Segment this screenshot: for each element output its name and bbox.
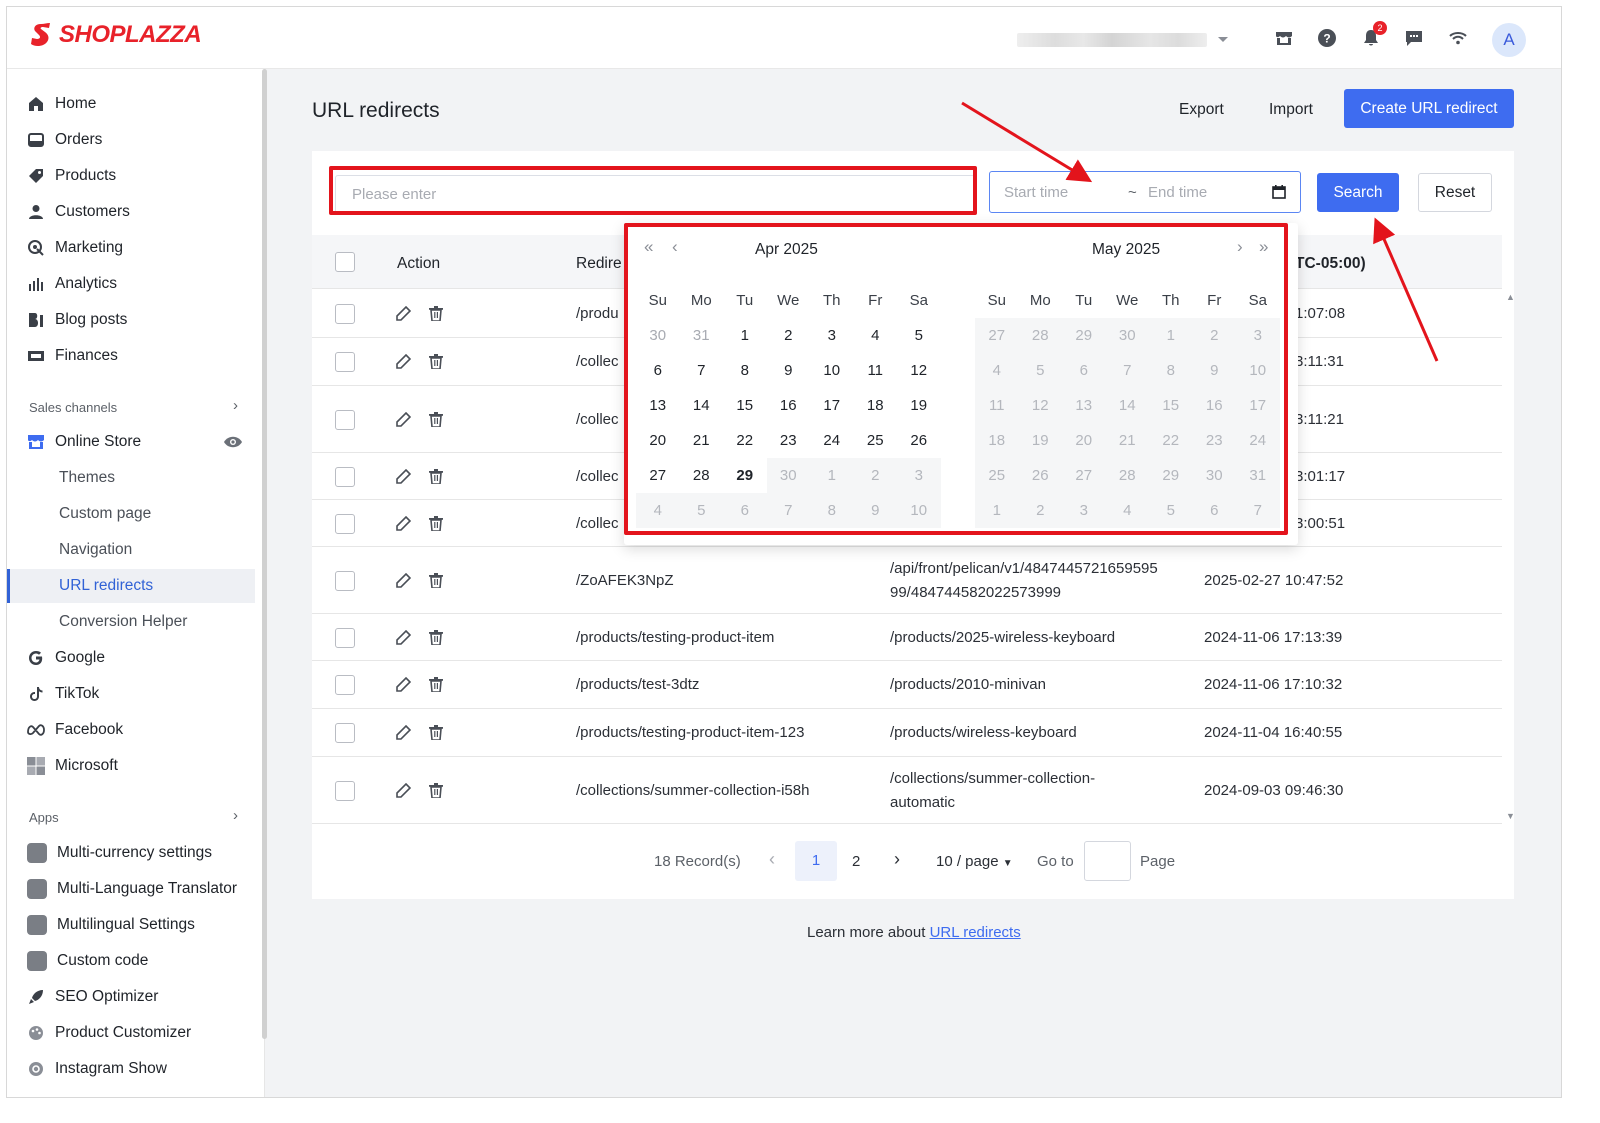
app-window: SHOPLAZZA ? 2 A Home Orders Products Cus… [6,6,1562,1098]
annotation-arrow-date [961,101,1093,183]
annotation-arrows [961,101,1439,362]
annotation-arrow-search [1373,217,1439,362]
